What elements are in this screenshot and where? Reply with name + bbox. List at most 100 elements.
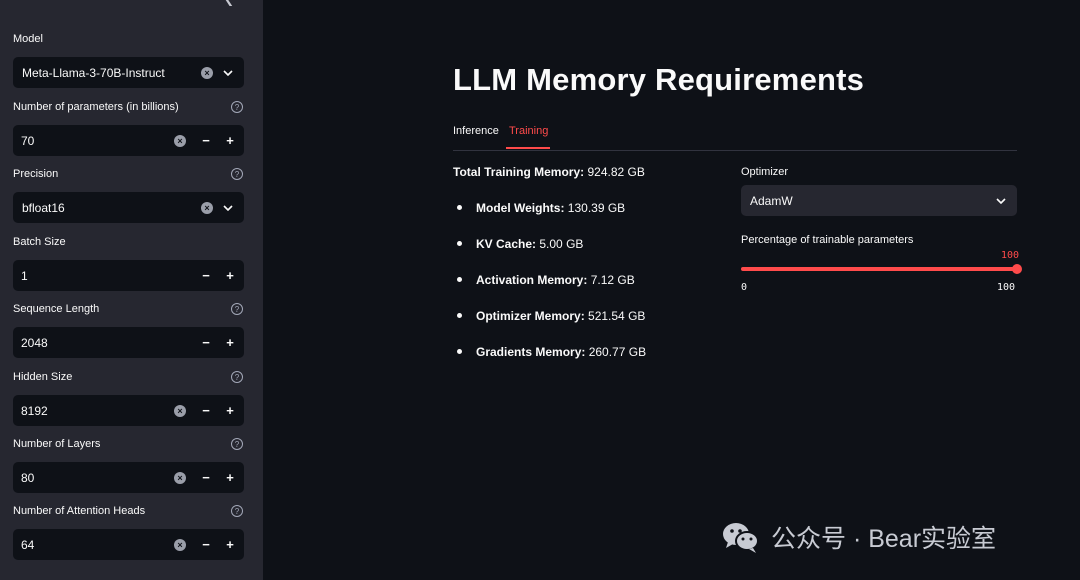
- num-attention-heads-label: Number of Attention Heads: [13, 505, 146, 517]
- list-item: Optimizer Memory: 521.54 GB: [457, 309, 645, 323]
- bullet-icon: [457, 205, 462, 211]
- model-field: Model Meta-Llama-3-70B-Instruct ×: [13, 31, 244, 88]
- optimizer-select[interactable]: AdamW: [741, 185, 1017, 216]
- item-value: 521.54 GB: [588, 309, 646, 323]
- slider-max-label: 100: [997, 282, 1016, 293]
- list-item: Activation Memory: 7.12 GB: [457, 273, 635, 287]
- page-title: LLM Memory Requirements: [453, 62, 865, 97]
- hidden-size-label: Hidden Size: [13, 371, 73, 383]
- num-layers-value: 80: [21, 470, 35, 485]
- list-item: Model Weights: 130.39 GB: [457, 201, 625, 215]
- trainable-params-label: Percentage of trainable parameters: [741, 234, 914, 246]
- batch-size-value: 1: [21, 268, 28, 283]
- clear-icon[interactable]: ×: [174, 471, 186, 484]
- slider-track[interactable]: [741, 267, 1017, 271]
- model-select-value: Meta-Llama-3-70B-Instruct: [22, 65, 165, 80]
- total-label: Total Training Memory:: [453, 165, 585, 179]
- chevron-down-icon[interactable]: [994, 195, 1008, 207]
- watermark: 公众号 · Bear实验室: [721, 517, 996, 557]
- precision-select-value: bfloat16: [22, 200, 65, 215]
- num-parameters-label: Number of parameters (in billions): [13, 101, 179, 113]
- batch-size-input[interactable]: 1 − +: [13, 260, 244, 291]
- increment-button[interactable]: +: [218, 403, 242, 418]
- sequence-length-value: 2048: [21, 335, 48, 350]
- decrement-button[interactable]: −: [194, 537, 218, 552]
- item-label: Gradients Memory:: [476, 345, 586, 359]
- num-layers-input[interactable]: 80 × − +: [13, 462, 244, 493]
- num-layers-label: Number of Layers: [13, 438, 101, 450]
- help-icon[interactable]: ?: [231, 505, 243, 517]
- active-tab-indicator: [506, 147, 550, 149]
- sequence-length-field: Sequence Length ? 2048 − +: [13, 301, 244, 358]
- item-value: 130.39 GB: [567, 201, 626, 215]
- decrement-button[interactable]: −: [194, 470, 218, 485]
- precision-select[interactable]: bfloat16 ×: [13, 192, 244, 223]
- num-parameters-field: Number of parameters (in billions) ? 70 …: [13, 99, 244, 156]
- clear-icon[interactable]: ×: [174, 538, 186, 551]
- tab-inference[interactable]: Inference: [453, 125, 499, 137]
- chevron-down-icon[interactable]: [221, 67, 235, 79]
- decrement-button[interactable]: −: [194, 403, 218, 418]
- item-value: 5.00 GB: [539, 237, 584, 251]
- total-value: 924.82 GB: [587, 165, 645, 179]
- num-parameters-value: 70: [21, 133, 35, 148]
- total-training-memory: Total Training Memory: 924.82 GB: [453, 165, 645, 179]
- item-label: KV Cache:: [476, 237, 537, 251]
- decrement-button[interactable]: −: [194, 133, 218, 148]
- list-item: Gradients Memory: 260.77 GB: [457, 345, 646, 359]
- help-icon[interactable]: ?: [231, 371, 243, 383]
- clear-icon[interactable]: ×: [201, 66, 213, 79]
- sequence-length-input[interactable]: 2048 − +: [13, 327, 244, 358]
- model-select[interactable]: Meta-Llama-3-70B-Instruct ×: [13, 57, 244, 88]
- hidden-size-value: 8192: [21, 403, 48, 418]
- increment-button[interactable]: +: [218, 335, 242, 350]
- help-icon[interactable]: ?: [231, 438, 243, 450]
- hidden-size-input[interactable]: 8192 × − +: [13, 395, 244, 426]
- clear-icon[interactable]: ×: [174, 134, 186, 147]
- slider-thumb[interactable]: [1012, 264, 1022, 274]
- increment-button[interactable]: +: [218, 133, 242, 148]
- precision-label: Precision: [13, 168, 59, 180]
- increment-button[interactable]: +: [218, 537, 242, 552]
- collapse-sidebar-icon[interactable]: ❮: [224, 0, 236, 5]
- num-attention-heads-input[interactable]: 64 × − +: [13, 529, 244, 560]
- item-value: 7.12 GB: [590, 273, 635, 287]
- batch-size-label: Batch Size: [13, 236, 66, 248]
- item-label: Optimizer Memory:: [476, 309, 585, 323]
- decrement-button[interactable]: −: [194, 268, 218, 283]
- list-item: KV Cache: 5.00 GB: [457, 237, 583, 251]
- optimizer-label: Optimizer: [741, 166, 789, 178]
- hidden-size-field: Hidden Size ? 8192 × − +: [13, 369, 244, 426]
- slider-value: 100: [1001, 250, 1020, 261]
- clear-icon[interactable]: ×: [201, 201, 213, 214]
- bullet-icon: [457, 277, 462, 283]
- batch-size-field: Batch Size 1 − +: [13, 234, 244, 291]
- help-icon[interactable]: ?: [231, 303, 243, 315]
- decrement-button[interactable]: −: [194, 335, 218, 350]
- item-label: Activation Memory:: [476, 273, 588, 287]
- tab-training[interactable]: Training: [509, 125, 548, 137]
- bullet-icon: [457, 313, 462, 319]
- item-label: Model Weights:: [476, 201, 565, 215]
- chevron-down-icon[interactable]: [221, 202, 235, 214]
- increment-button[interactable]: +: [218, 470, 242, 485]
- num-layers-field: Number of Layers ? 80 × − +: [13, 436, 244, 493]
- precision-field: Precision ? bfloat16 ×: [13, 166, 244, 223]
- num-attention-heads-value: 64: [21, 537, 35, 552]
- main-content: LLM Memory Requirements Inference Traini…: [263, 0, 1080, 580]
- clear-icon[interactable]: ×: [174, 404, 186, 417]
- wechat-icon: [721, 520, 761, 554]
- sidebar: ❮ Model Meta-Llama-3-70B-Instruct × Numb…: [0, 0, 263, 580]
- item-value: 260.77 GB: [588, 345, 647, 359]
- num-parameters-input[interactable]: 70 × − +: [13, 125, 244, 156]
- model-label: Model: [13, 33, 43, 45]
- optimizer-select-value: AdamW: [750, 193, 793, 208]
- help-icon[interactable]: ?: [231, 168, 243, 180]
- bullet-icon: [457, 241, 462, 247]
- slider-min-label: 0: [741, 282, 748, 293]
- watermark-text: 公众号 · Bear实验室: [771, 525, 997, 553]
- increment-button[interactable]: +: [218, 268, 242, 283]
- help-icon[interactable]: ?: [231, 101, 243, 113]
- tab-bar: Inference Training: [453, 118, 1017, 151]
- bullet-icon: [457, 349, 462, 355]
